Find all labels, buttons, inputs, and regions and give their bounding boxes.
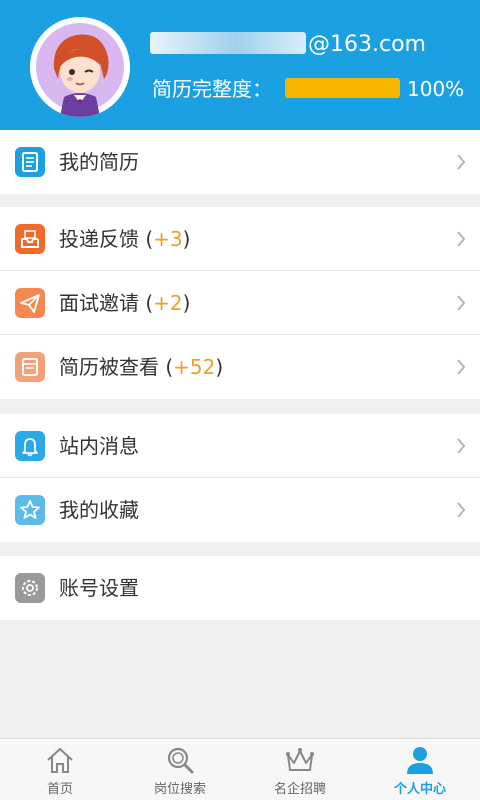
menu-group-settings: 账号设置 — [0, 556, 480, 620]
search-icon — [163, 743, 197, 777]
menu-item-interview-invitations[interactable]: 面试邀请 (+2) — [0, 271, 480, 335]
resume-completeness-label: 简历完整度： — [152, 77, 272, 101]
chevron-right-icon — [456, 295, 466, 311]
email-domain: @163.com — [308, 32, 426, 57]
nav-item-famous-companies[interactable]: 名企招聘 — [240, 739, 360, 800]
resume-completeness-bar — [285, 78, 400, 98]
menu-item-label: 我的简历 — [59, 150, 139, 174]
menu-item-label: 面试邀请 (+2) — [59, 291, 191, 315]
paper-plane-icon — [15, 288, 45, 318]
nav-item-personal-center[interactable]: 个人中心 — [360, 739, 480, 800]
nav-label: 岗位搜索 — [153, 782, 206, 797]
menu-group-messages: 站内消息 我的收藏 — [0, 414, 480, 542]
nav-label: 个人中心 — [393, 782, 446, 797]
menu-item-label: 账号设置 — [59, 576, 139, 600]
inbox-icon — [15, 224, 45, 254]
chevron-right-icon — [456, 154, 466, 170]
avatar-illustration-icon — [30, 17, 130, 117]
resume-viewed-count: +52 — [173, 355, 216, 379]
resume-icon — [15, 147, 45, 177]
menu-item-label: 简历被查看 (+52) — [59, 355, 224, 379]
chevron-right-icon — [456, 502, 466, 518]
menu-item-my-resume[interactable]: 我的简历 — [0, 130, 480, 194]
resume-completeness-value: 100% — [407, 77, 465, 101]
resume-completeness-fill — [285, 78, 400, 98]
home-icon — [43, 743, 77, 777]
delivery-feedback-count: +3 — [153, 227, 183, 251]
nav-label: 首页 — [46, 782, 73, 797]
redacted-email-blur — [150, 32, 306, 54]
crown-icon — [283, 743, 317, 777]
menu-group-resume: 我的简历 — [0, 130, 480, 194]
bottom-navigation: 首页 岗位搜索 名企招聘 个人中心 — [0, 738, 480, 800]
nav-item-home[interactable]: 首页 — [0, 739, 120, 800]
interview-invitations-count: +2 — [153, 291, 183, 315]
menu-item-label: 投递反馈 (+3) — [59, 227, 191, 251]
menu-item-label: 我的收藏 — [59, 498, 139, 522]
menu-item-resume-viewed[interactable]: 简历被查看 (+52) — [0, 335, 480, 399]
star-icon — [15, 495, 45, 525]
menu-item-site-messages[interactable]: 站内消息 — [0, 414, 480, 478]
menu-item-label: 站内消息 — [59, 434, 139, 458]
menu-item-my-favorites[interactable]: 我的收藏 — [0, 478, 480, 542]
avatar[interactable] — [30, 17, 130, 117]
gear-icon — [15, 573, 45, 603]
profile-header: @163.com 简历完整度： 100% — [0, 0, 480, 130]
user-icon — [403, 743, 437, 777]
chevron-right-icon — [456, 359, 466, 375]
nav-item-job-search[interactable]: 岗位搜索 — [120, 739, 240, 800]
viewed-resume-icon — [15, 352, 45, 382]
chevron-right-icon — [456, 231, 466, 247]
bell-icon — [15, 431, 45, 461]
menu-item-delivery-feedback[interactable]: 投递反馈 (+3) — [0, 207, 480, 271]
menu-group-applications: 投递反馈 (+3) 面试邀请 (+2) 简历被查看 (+52) — [0, 207, 480, 399]
nav-label: 名企招聘 — [273, 782, 326, 797]
user-email: @163.com — [150, 30, 426, 60]
menu-item-account-settings[interactable]: 账号设置 — [0, 556, 480, 620]
profile-page: @163.com 简历完整度： 100% 我的简历 投递反馈 (+3) 面试邀请… — [0, 0, 480, 800]
chevron-right-icon — [456, 438, 466, 454]
